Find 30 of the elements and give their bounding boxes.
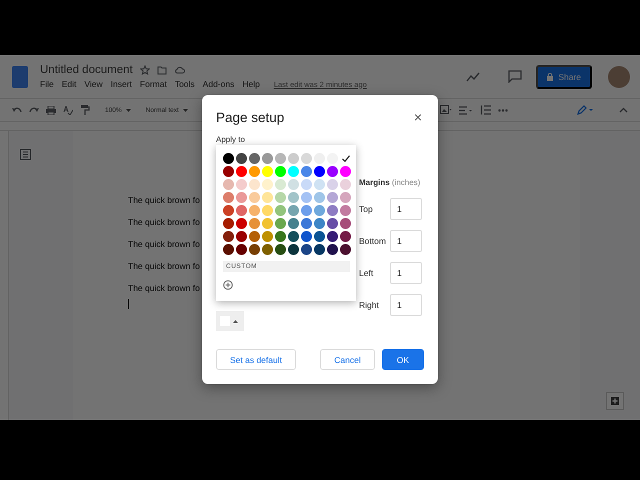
- menu-item[interactable]: Insert: [110, 79, 132, 89]
- menu-item[interactable]: Help: [242, 79, 260, 89]
- menu-item[interactable]: View: [84, 79, 103, 89]
- margins-label: Margins (inches): [359, 178, 422, 187]
- dialog-button[interactable]: Set as default: [216, 349, 296, 370]
- body-text: The quick brown fo: [128, 217, 200, 227]
- body-text: The quick brown fo: [128, 261, 200, 271]
- margin-field[interactable]: 1: [390, 198, 422, 220]
- menu-item[interactable]: Format: [140, 79, 167, 89]
- document-title[interactable]: Untitled document: [40, 64, 133, 76]
- dialog-button[interactable]: Cancel: [320, 349, 375, 370]
- dialog-title: Page setup: [216, 110, 284, 124]
- margin-label: Top: [359, 204, 374, 214]
- body-text: The quick brown fo: [128, 195, 200, 205]
- margin-label: Left: [359, 268, 374, 278]
- menu-item[interactable]: Tools: [174, 79, 195, 89]
- margin-label: Right: [359, 300, 380, 310]
- menu-item[interactable]: Add-ons: [202, 79, 234, 89]
- dialog-button[interactable]: OK: [382, 349, 424, 370]
- margin-field[interactable]: 1: [390, 294, 422, 316]
- margin-field[interactable]: 1: [390, 262, 422, 284]
- margin-label: Bottom: [359, 236, 387, 246]
- menu-item[interactable]: File: [40, 79, 54, 89]
- body-text: The quick brown fo: [128, 283, 200, 293]
- margin-field[interactable]: 1: [390, 230, 422, 252]
- apply-to-label: Apply to: [216, 135, 246, 144]
- close-button[interactable]: ×: [412, 110, 424, 124]
- share-button[interactable]: Share: [536, 64, 592, 88]
- body-text: The quick brown fo: [128, 239, 200, 249]
- menu-item[interactable]: Edit: [62, 79, 76, 89]
